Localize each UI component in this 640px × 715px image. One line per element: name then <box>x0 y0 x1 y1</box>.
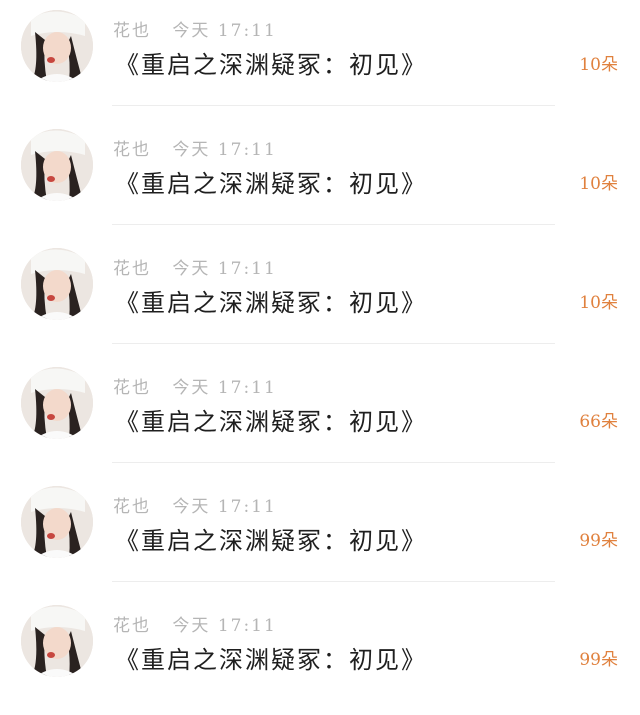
avatar[interactable] <box>21 367 93 439</box>
gift-time: 17:11 <box>217 497 277 517</box>
sender-name: 花也 <box>113 497 151 517</box>
flower-count: 99朵 <box>579 531 618 551</box>
gift-date: 今天 <box>172 259 211 279</box>
gift-meta: 花也 今天 17:11 <box>113 135 277 160</box>
divider <box>112 224 555 225</box>
divider <box>112 462 555 463</box>
sender-name: 花也 <box>113 378 151 398</box>
list-item[interactable]: 花也 今天 17:11 《重启之深渊疑冢：初见》 10朵 <box>0 119 640 239</box>
gift-meta: 花也 今天 17:11 <box>113 611 277 636</box>
gift-meta: 花也 今天 17:11 <box>113 373 277 398</box>
sender-name: 花也 <box>113 140 151 160</box>
gift-time: 17:11 <box>217 378 277 398</box>
avatar[interactable] <box>21 605 93 677</box>
gift-message: 《重启之深渊疑冢：初见》 <box>115 51 427 79</box>
sender-name: 花也 <box>113 616 151 636</box>
gift-message: 《重启之深渊疑冢：初见》 <box>115 170 427 198</box>
gift-message: 《重启之深渊疑冢：初见》 <box>115 527 427 555</box>
gift-date: 今天 <box>172 140 211 160</box>
list-item[interactable]: 花也 今天 17:11 《重启之深渊疑冢：初见》 10朵 <box>0 238 640 358</box>
flower-count: 10朵 <box>579 55 618 75</box>
gift-date: 今天 <box>172 497 211 517</box>
gift-meta: 花也 今天 17:11 <box>113 16 277 41</box>
divider <box>112 343 555 344</box>
list-item[interactable]: 花也 今天 17:11 《重启之深渊疑冢：初见》 99朵 <box>0 595 640 715</box>
avatar[interactable] <box>21 248 93 320</box>
list-item[interactable]: 花也 今天 17:11 《重启之深渊疑冢：初见》 66朵 <box>0 357 640 477</box>
gift-date: 今天 <box>172 21 211 41</box>
gift-date: 今天 <box>172 616 211 636</box>
gift-time: 17:11 <box>217 21 277 41</box>
divider <box>112 105 555 106</box>
list-item[interactable]: 花也 今天 17:11 《重启之深渊疑冢：初见》 99朵 <box>0 476 640 596</box>
gift-time: 17:11 <box>217 259 277 279</box>
gift-message: 《重启之深渊疑冢：初见》 <box>115 289 427 317</box>
gift-meta: 花也 今天 17:11 <box>113 492 277 517</box>
gift-record-list: 花也 今天 17:11 《重启之深渊疑冢：初见》 10朵 花也 今天 17:11… <box>0 0 640 693</box>
flower-count: 99朵 <box>579 650 618 670</box>
gift-message: 《重启之深渊疑冢：初见》 <box>115 408 427 436</box>
gift-time: 17:11 <box>217 140 277 160</box>
gift-date: 今天 <box>172 378 211 398</box>
list-item[interactable]: 花也 今天 17:11 《重启之深渊疑冢：初见》 10朵 <box>0 0 640 120</box>
gift-message: 《重启之深渊疑冢：初见》 <box>115 646 427 674</box>
flower-count: 10朵 <box>579 293 618 313</box>
flower-count: 66朵 <box>579 412 618 432</box>
gift-meta: 花也 今天 17:11 <box>113 254 277 279</box>
gift-time: 17:11 <box>217 616 277 636</box>
avatar[interactable] <box>21 486 93 558</box>
avatar[interactable] <box>21 10 93 82</box>
sender-name: 花也 <box>113 21 151 41</box>
sender-name: 花也 <box>113 259 151 279</box>
divider <box>112 581 555 582</box>
avatar[interactable] <box>21 129 93 201</box>
flower-count: 10朵 <box>579 174 618 194</box>
